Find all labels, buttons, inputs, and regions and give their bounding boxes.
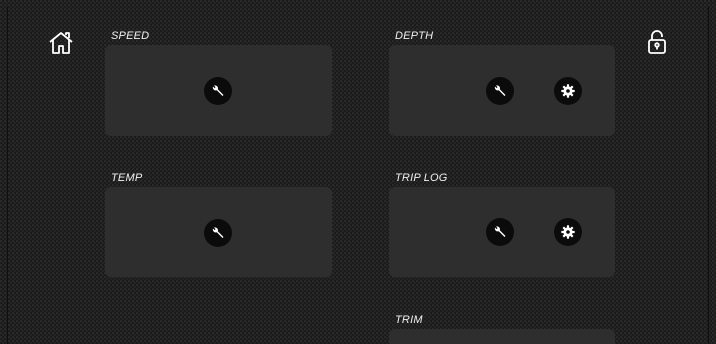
speed-settings-wrench-button[interactable] (204, 77, 232, 105)
wrench-icon (212, 227, 224, 238)
gear-icon (561, 84, 575, 98)
depth-widget[interactable] (389, 45, 615, 136)
home-icon[interactable] (47, 29, 75, 57)
depth-label: DEPTH (395, 30, 434, 42)
trim-label: TRIM (395, 314, 423, 326)
trim-widget[interactable] (389, 329, 615, 344)
depth-wrench-button[interactable] (486, 77, 514, 105)
temp-label: TEMP (111, 172, 143, 184)
trip-log-label: TRIP LOG (395, 172, 448, 184)
trip-log-wrench-button[interactable] (486, 218, 514, 246)
trip-log-widget[interactable] (389, 187, 615, 277)
wrench-icon (494, 226, 506, 237)
gear-icon (561, 225, 575, 239)
speed-label: SPEED (111, 30, 150, 42)
temp-wrench-button[interactable] (204, 219, 232, 247)
speed-widget[interactable] (105, 45, 332, 136)
depth-gear-button[interactable] (554, 77, 582, 105)
wrench-icon (494, 85, 506, 96)
wrench-icon (212, 85, 224, 96)
unlock-icon[interactable] (643, 28, 671, 56)
temp-widget[interactable] (105, 187, 332, 277)
trip-log-gear-button[interactable] (554, 218, 582, 246)
